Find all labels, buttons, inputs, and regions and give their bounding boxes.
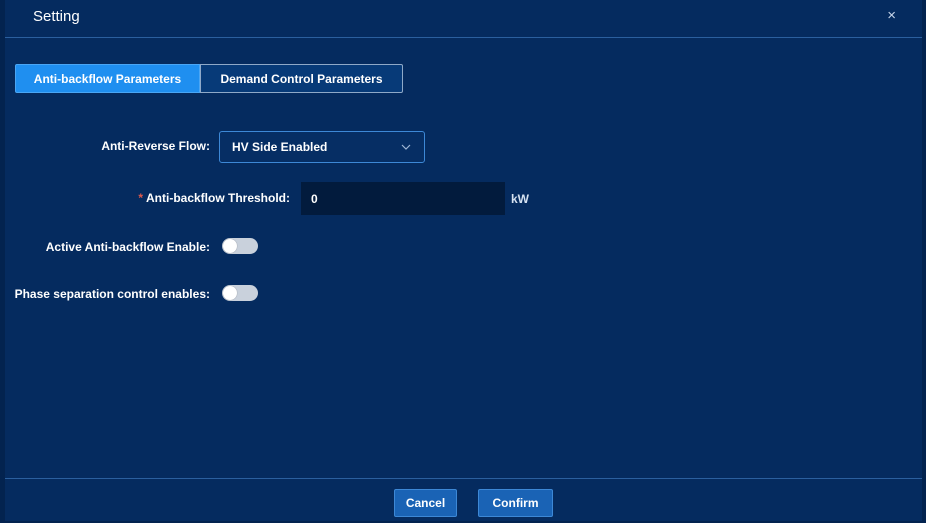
- dialog-footer: Cancel Confirm: [5, 478, 922, 521]
- chevron-down-icon: [401, 144, 411, 150]
- tab-demand-control-parameters[interactable]: Demand Control Parameters: [200, 64, 403, 93]
- anti-backflow-threshold-input[interactable]: [301, 182, 505, 215]
- active-anti-backflow-toggle[interactable]: [222, 238, 258, 254]
- confirm-button[interactable]: Confirm: [478, 489, 553, 517]
- threshold-label-text: Anti-backflow Threshold:: [146, 191, 290, 205]
- phase-separation-label: Phase separation control enables:: [14, 287, 210, 301]
- anti-backflow-threshold-label: * Anti-backflow Threshold:: [138, 191, 290, 205]
- required-mark: *: [138, 191, 143, 205]
- toggle-knob: [223, 286, 237, 300]
- anti-reverse-flow-value: HV Side Enabled: [232, 140, 328, 154]
- close-icon[interactable]: ×: [887, 8, 896, 24]
- parameter-tabs: Anti-backflow Parameters Demand Control …: [15, 64, 403, 93]
- tab-anti-backflow-parameters[interactable]: Anti-backflow Parameters: [15, 64, 200, 93]
- dialog-header: Setting ×: [5, 0, 922, 38]
- anti-reverse-flow-select[interactable]: HV Side Enabled: [219, 131, 425, 163]
- cancel-button[interactable]: Cancel: [394, 489, 457, 517]
- active-anti-backflow-label: Active Anti-backflow Enable:: [45, 240, 210, 254]
- setting-dialog: Setting × Anti-backflow Parameters Deman…: [5, 0, 922, 521]
- toggle-knob: [223, 239, 237, 253]
- dialog-title: Setting: [33, 8, 80, 25]
- threshold-unit: kW: [511, 192, 529, 206]
- phase-separation-toggle[interactable]: [222, 285, 258, 301]
- anti-reverse-flow-label: Anti-Reverse Flow:: [101, 139, 210, 153]
